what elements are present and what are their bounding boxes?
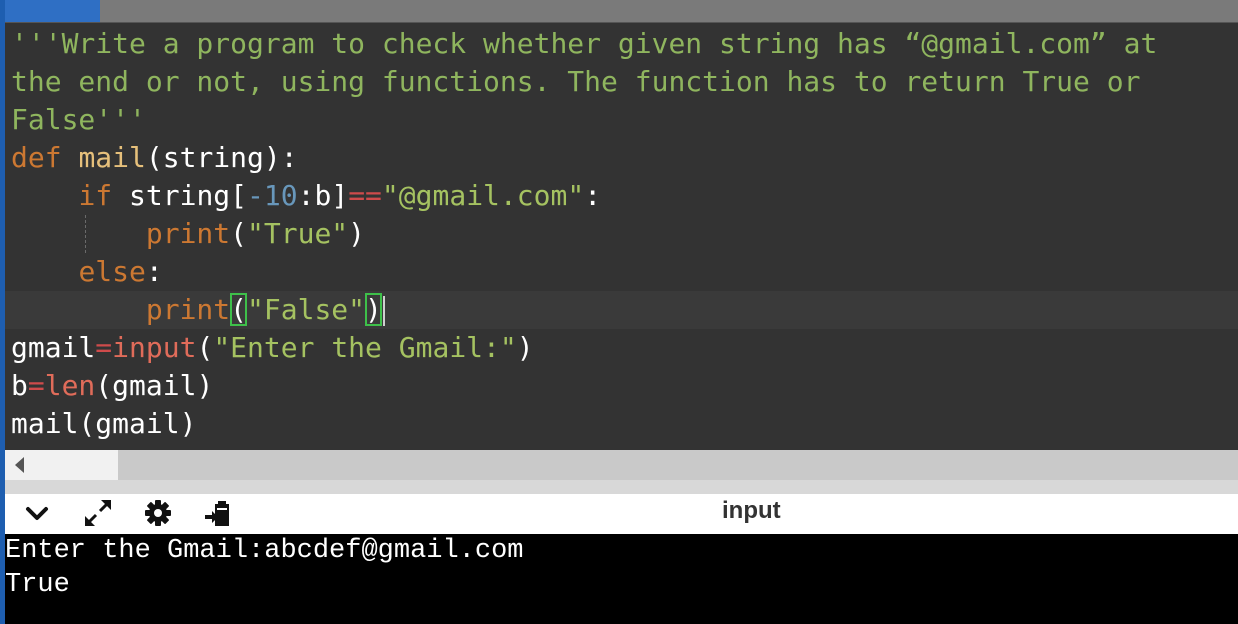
- string-prompt: "Enter the Gmail:": [213, 331, 517, 364]
- code-line-def: def mail(string):: [11, 139, 298, 177]
- builtin-print: print: [145, 293, 231, 326]
- if-string: "@gmail.com": [381, 179, 585, 212]
- panel-divider[interactable]: [5, 480, 1238, 494]
- scrollbar-track[interactable]: [118, 450, 1238, 480]
- paren-close: ): [516, 331, 534, 364]
- if-colon: :: [584, 179, 602, 212]
- paren-close: ): [348, 217, 366, 250]
- console-output[interactable]: Enter the Gmail:abcdef@gmail.com True: [5, 534, 1238, 624]
- scroll-left-icon[interactable]: [15, 457, 24, 473]
- code-line-docstring-3: False''': [11, 103, 146, 136]
- if-operator: ==: [348, 179, 382, 212]
- code-line-else: else:: [11, 253, 163, 291]
- tab-bar: [5, 0, 1238, 22]
- active-tab[interactable]: [5, 0, 100, 22]
- matched-paren-open: (: [230, 293, 248, 326]
- var-b: b: [11, 369, 28, 402]
- keyword-def: def: [11, 141, 62, 174]
- code-line-input: gmail=input("Enter the Gmail:"): [11, 329, 534, 367]
- function-params: (string):: [145, 141, 298, 174]
- code-line-len: b=len(gmail): [11, 367, 213, 405]
- builtin-print: print: [145, 217, 231, 250]
- chevron-down-icon[interactable]: [22, 498, 52, 528]
- matched-paren-close: ): [365, 293, 382, 326]
- paren-open: (: [230, 217, 248, 250]
- string-false: "False": [247, 293, 366, 326]
- else-colon: :: [145, 255, 163, 288]
- console-line: True: [5, 570, 70, 600]
- builtin-len: len: [44, 369, 96, 402]
- code-line-print-true: print("True"): [11, 215, 365, 253]
- gear-icon[interactable]: [143, 498, 173, 528]
- code-editor[interactable]: '''Write a program to check whether give…: [5, 22, 1238, 451]
- console-toolbar: input: [5, 494, 1238, 534]
- code-line-docstring-2: the end or not, using functions. The fun…: [11, 65, 1141, 98]
- code-line-if: if string[-10:b]=="@gmail.com":: [11, 177, 601, 215]
- horizontal-scrollbar[interactable]: [5, 450, 1238, 480]
- string-true: "True": [247, 217, 349, 250]
- code-line-call: mail(gmail): [11, 407, 197, 440]
- if-number: -10: [247, 179, 298, 212]
- builtin-input: input: [112, 331, 197, 364]
- expand-icon[interactable]: [83, 498, 113, 528]
- assign-op: =: [95, 331, 113, 364]
- code-line-print-false: print("False"): [5, 291, 1238, 329]
- text-cursor: [382, 296, 385, 326]
- keyword-if: if: [78, 179, 113, 212]
- len-args: (gmail): [95, 369, 214, 402]
- paren-open: (: [196, 331, 214, 364]
- if-slice: :b]: [297, 179, 349, 212]
- clipboard-icon[interactable]: [203, 498, 233, 528]
- assign-op: =: [27, 369, 45, 402]
- code-line-docstring-1: '''Write a program to check whether give…: [11, 27, 1158, 60]
- function-name: mail: [78, 141, 146, 174]
- var-gmail: gmail: [11, 331, 96, 364]
- console-line: Enter the Gmail:abcdef@gmail.com: [5, 536, 524, 566]
- console-title: input: [722, 497, 781, 524]
- keyword-else: else: [78, 255, 146, 288]
- if-var: string[: [129, 179, 248, 212]
